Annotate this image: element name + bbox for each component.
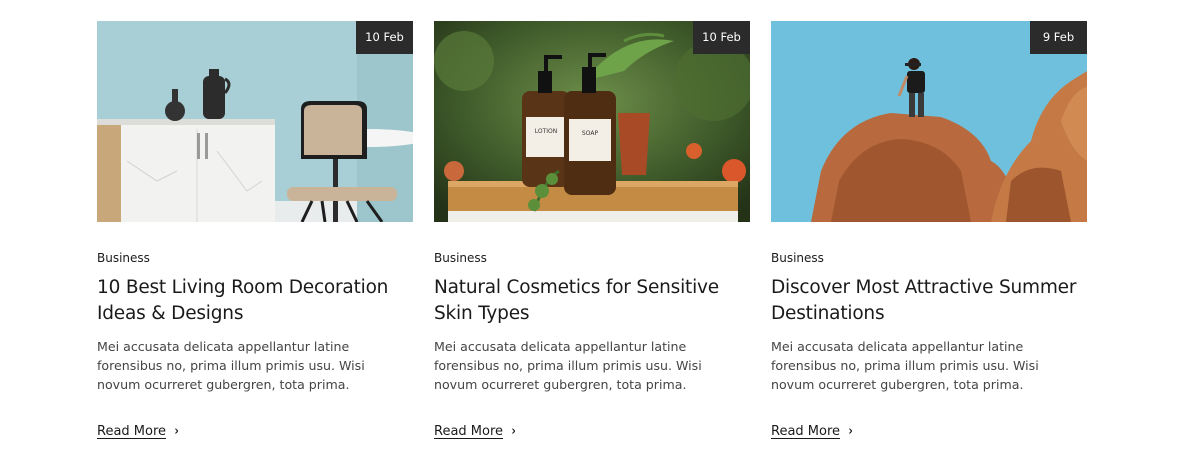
post-category[interactable]: Business [434,250,750,266]
chevron-right-icon: › [511,424,516,439]
post-category[interactable]: Business [771,250,1087,266]
read-more-label: Read More [97,424,167,439]
post-thumbnail[interactable]: LOTION SOAP 10 Feb [434,21,750,222]
read-more-link[interactable]: Read More › [771,424,853,439]
post-title[interactable]: Natural Cosmetics for Sensitive Skin Typ… [434,275,750,327]
blog-card: 9 Feb Business Discover Most Attractive … [771,21,1087,439]
date-badge: 10 Feb [356,21,413,54]
soap-label: SOAP [582,130,599,137]
chevron-right-icon: › [174,424,179,439]
read-more-label: Read More [434,424,504,439]
post-excerpt: Mei accusata delicata appellantur latine… [97,339,365,392]
post-category[interactable]: Business [97,250,413,266]
read-more-link[interactable]: Read More › [97,424,179,439]
post-excerpt: Mei accusata delicata appellantur latine… [434,339,702,392]
post-excerpt: Mei accusata delicata appellantur latine… [771,339,1039,392]
post-title[interactable]: Discover Most Attractive Summer Destinat… [771,275,1087,327]
read-more-link[interactable]: Read More › [434,424,516,439]
date-badge: 9 Feb [1030,21,1087,54]
chevron-right-icon: › [848,424,853,439]
blog-card: LOTION SOAP 10 Feb Business Natural Cosm… [434,21,750,439]
blog-grid: 10 Feb Business 10 Best Living Room Deco… [97,21,1087,439]
date-badge: 10 Feb [693,21,750,54]
lotion-label: LOTION [535,128,558,135]
blog-card: 10 Feb Business 10 Best Living Room Deco… [97,21,413,439]
read-more-label: Read More [771,424,841,439]
post-thumbnail[interactable]: 10 Feb [97,21,413,222]
post-title[interactable]: 10 Best Living Room Decoration Ideas & D… [97,275,413,327]
post-thumbnail[interactable]: 9 Feb [771,21,1087,222]
